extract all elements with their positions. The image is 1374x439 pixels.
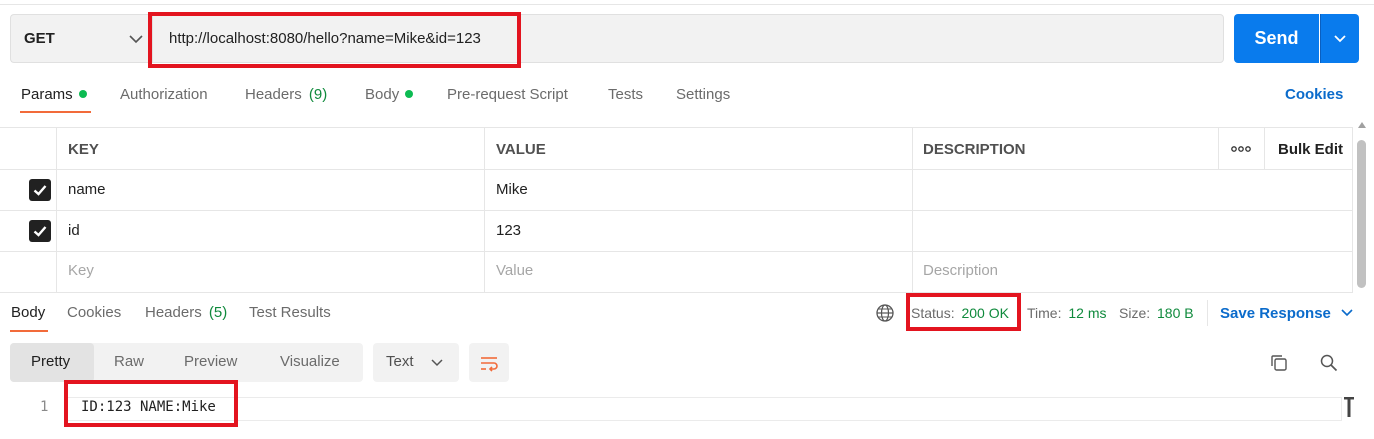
chevron-down-icon	[1341, 309, 1353, 317]
table-col-border	[484, 127, 485, 292]
table-row-border	[0, 210, 1353, 211]
send-button[interactable]: Send	[1234, 14, 1319, 63]
table-col-border	[1352, 127, 1353, 292]
more-options-icon[interactable]	[1231, 144, 1251, 154]
active-response-tab-underline	[10, 330, 48, 332]
table-col-border	[56, 127, 57, 292]
search-icon[interactable]	[1319, 353, 1339, 373]
table-header-border	[0, 169, 1353, 170]
status-annotation-box	[906, 293, 1021, 331]
format-select-label: Text	[386, 353, 414, 370]
meta-divider	[1207, 300, 1208, 326]
url-annotation-box	[148, 12, 521, 68]
size-value: 180 B	[1157, 305, 1194, 321]
response-tab-cookies[interactable]: Cookies	[67, 304, 121, 321]
tab-body[interactable]: Body	[365, 86, 414, 103]
tab-headers-label: Headers	[245, 86, 302, 103]
response-tab-headers-label: Headers	[145, 304, 202, 321]
top-divider	[0, 0, 1374, 5]
copy-icon[interactable]	[1269, 353, 1289, 373]
table-row-border	[0, 251, 1353, 252]
line-number: 1	[40, 399, 49, 415]
response-tab-headers-count: (5)	[208, 304, 228, 321]
tab-pre-request-script[interactable]: Pre-request Script	[447, 86, 568, 103]
response-time: Time: 12 ms	[1027, 305, 1107, 321]
response-tab-test-results[interactable]: Test Results	[249, 304, 331, 321]
tab-body-label: Body	[365, 86, 400, 103]
table-col-border	[1264, 127, 1265, 169]
scroll-up-arrow-icon[interactable]	[1357, 121, 1367, 129]
table-col-border	[912, 127, 913, 292]
param-key[interactable]: name	[68, 181, 106, 198]
active-tab-underline	[20, 111, 91, 113]
param-value[interactable]: 123	[496, 222, 521, 239]
table-top-border	[0, 127, 1353, 128]
param-value[interactable]: Mike	[496, 181, 528, 198]
response-size: Size: 180 B	[1119, 305, 1194, 321]
params-indicator-dot	[78, 90, 87, 99]
view-mode-preview[interactable]: Preview	[184, 353, 237, 370]
cookies-link[interactable]: Cookies	[1285, 86, 1343, 103]
tab-tests[interactable]: Tests	[608, 86, 643, 103]
tab-headers-count: (9)	[308, 86, 328, 103]
wrap-lines-icon	[481, 356, 498, 372]
save-response-button[interactable]: Save Response	[1220, 305, 1353, 322]
checkmark-icon	[33, 185, 47, 196]
time-label: Time:	[1027, 305, 1062, 321]
table-col-border	[1218, 127, 1219, 169]
tab-authorization[interactable]: Authorization	[120, 86, 208, 103]
code-line-highlight	[66, 397, 1342, 421]
time-value: 12 ms	[1068, 305, 1107, 321]
tab-settings[interactable]: Settings	[676, 86, 730, 103]
view-mode-pretty[interactable]: Pretty	[31, 353, 70, 370]
new-param-description-input[interactable]: Description	[923, 262, 998, 279]
response-tab-headers[interactable]: Headers (5)	[145, 304, 227, 321]
column-header-value: VALUE	[496, 141, 546, 158]
chevron-down-icon	[431, 359, 443, 367]
params-scrollbar-thumb[interactable]	[1357, 140, 1366, 288]
response-tab-body[interactable]: Body	[11, 304, 45, 321]
body-annotation-box	[64, 380, 238, 427]
tab-params[interactable]: Params	[21, 86, 87, 103]
size-label: Size:	[1119, 305, 1151, 321]
new-param-key-input[interactable]: Key	[68, 262, 94, 279]
text-cursor-icon	[1344, 397, 1354, 417]
body-indicator-dot	[405, 90, 414, 99]
param-checkbox-id[interactable]	[29, 220, 51, 242]
globe-icon[interactable]	[875, 303, 895, 323]
chevron-down-icon	[1334, 34, 1346, 42]
column-header-description: DESCRIPTION	[923, 141, 1026, 158]
param-key[interactable]: id	[68, 222, 80, 239]
column-header-key: KEY	[68, 141, 99, 158]
tab-headers[interactable]: Headers (9)	[245, 86, 327, 103]
chevron-down-icon	[129, 35, 143, 44]
view-mode-visualize[interactable]: Visualize	[280, 353, 340, 370]
new-param-value-input[interactable]: Value	[496, 262, 533, 279]
checkmark-icon	[33, 226, 47, 237]
view-mode-raw[interactable]: Raw	[114, 353, 144, 370]
send-dropdown-button[interactable]	[1320, 14, 1359, 63]
param-checkbox-name[interactable]	[29, 179, 51, 201]
tab-params-label: Params	[21, 86, 73, 103]
bulk-edit-button[interactable]: Bulk Edit	[1278, 141, 1343, 158]
wrap-lines-button[interactable]	[469, 343, 509, 382]
save-response-label: Save Response	[1220, 305, 1331, 322]
table-bottom-border	[0, 292, 1353, 293]
method-label: GET	[24, 30, 55, 47]
